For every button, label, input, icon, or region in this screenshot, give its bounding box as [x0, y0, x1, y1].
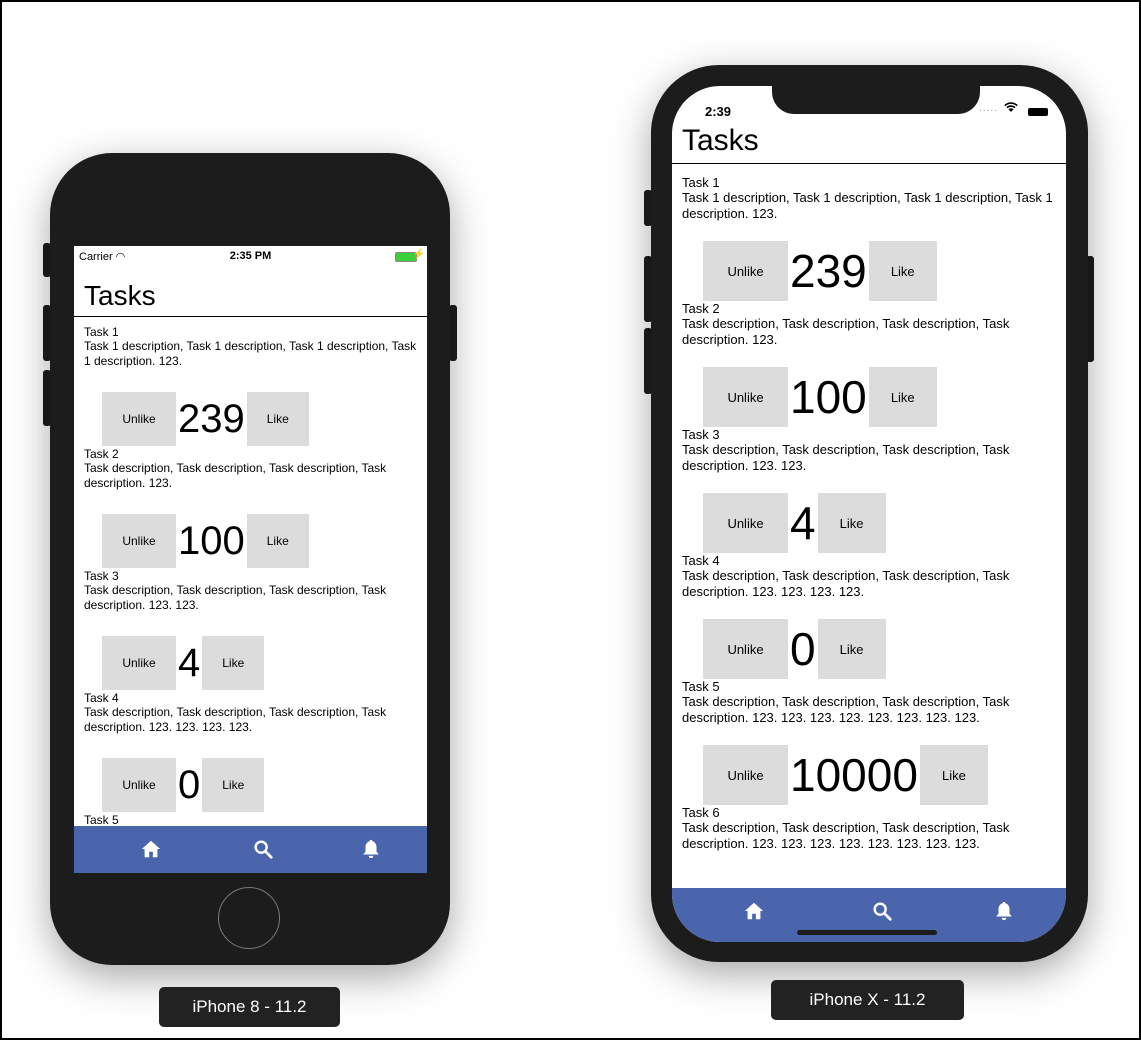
task-title: Task 3 [682, 427, 720, 442]
battery-icon [1028, 108, 1048, 116]
task-list[interactable]: Task 1 Task 1 description, Task 1 descrip… [84, 326, 424, 824]
like-controls: Unlike 100 Like [102, 512, 424, 570]
task-title: Task 3 [84, 569, 119, 583]
wifi-icon [1004, 102, 1018, 116]
task-description: Task description, Task description, Task… [84, 583, 387, 612]
like-button[interactable]: Like [202, 636, 265, 690]
task-item: Task 4 Task description, Task description… [84, 692, 424, 814]
unlike-button[interactable]: Unlike [703, 619, 788, 679]
task-item: Task 4 Task description, Task description… [682, 554, 1062, 680]
task-title: Task 1 [682, 176, 720, 190]
signal-dots: ..... [979, 103, 998, 114]
like-count: 0 [790, 623, 816, 675]
like-count: 100 [790, 371, 867, 423]
status-time: 2:35 PM [229, 250, 272, 262]
task-item: Task 5Task description, Task description… [682, 680, 1062, 806]
iphone8-home-button[interactable] [218, 887, 280, 949]
like-controls: Unlike 0 Like [703, 618, 1062, 680]
iphone8-screen: Carrier ◠ 2:35 PM ⚡ Tasks Task 1 Task 1 d… [74, 246, 427, 873]
task-title: Task 5 [682, 679, 720, 694]
like-controls: Unlike 10000 Like [703, 744, 1062, 806]
unlike-button[interactable]: Unlike [102, 636, 176, 690]
unlike-button[interactable]: Unlike [703, 241, 788, 301]
unlike-button[interactable]: Unlike [703, 493, 788, 553]
like-count: 10000 [790, 749, 918, 801]
like-count: 100 [178, 519, 245, 563]
task-title: Task 2 [682, 301, 720, 316]
task-item: Task 3 Task description, Task description… [84, 570, 424, 692]
task-description: Task description, Task description, Task… [682, 316, 1010, 347]
home-icon[interactable] [140, 838, 168, 864]
like-button[interactable]: Like [868, 241, 937, 301]
task-title: Task 2 [84, 447, 119, 461]
like-controls: Unlike 4 Like [102, 634, 424, 692]
like-button[interactable]: Like [246, 514, 309, 568]
task-title: Task 1 [84, 326, 119, 339]
iphonex-notch [772, 76, 980, 114]
like-count: 4 [790, 497, 816, 549]
like-count: 239 [178, 397, 245, 441]
like-count: 0 [178, 763, 201, 807]
like-button[interactable]: Like [202, 758, 265, 812]
task-item: Task 6 Task description, Task description… [682, 806, 1062, 852]
like-count: 4 [178, 641, 201, 685]
unlike-button[interactable]: Unlike [703, 367, 788, 427]
unlike-button[interactable]: Unlike [102, 392, 176, 446]
like-controls: Unlike 239 Like [102, 390, 424, 448]
task-title: Task 5 [84, 813, 119, 825]
unlike-button[interactable]: Unlike [102, 758, 176, 812]
unlike-button[interactable]: Unlike [703, 745, 788, 805]
like-button[interactable]: Like [868, 367, 937, 427]
status-time: 2:39 [705, 104, 732, 119]
tab-bar [74, 826, 427, 873]
task-title: Task 4 [84, 691, 119, 705]
task-item: Task 2 Task description, Task description… [682, 302, 1062, 428]
iphone8-caption: iPhone 8 - 11.2 [159, 987, 340, 1027]
task-description: Task description, Task description, Task… [682, 820, 1010, 851]
task-title: Task 6 [682, 805, 720, 820]
like-button[interactable]: Like [817, 493, 886, 553]
task-description: Task description, Task description, Task… [84, 461, 387, 490]
task-item: Task 1 Task 1 description, Task 1 descrip… [682, 176, 1062, 302]
task-item: Task 2 Task description, Task description… [84, 448, 424, 570]
task-list[interactable]: Task 1 Task 1 description, Task 1 descrip… [682, 176, 1062, 888]
like-controls: Unlike 239 Like [703, 240, 1062, 302]
header-divider [74, 316, 427, 317]
home-icon[interactable] [743, 900, 771, 926]
like-count: 239 [790, 245, 867, 297]
task-description: Task description, Task description, Task… [84, 705, 387, 734]
bell-icon[interactable] [993, 900, 1021, 926]
task-description: Task description, Task description, Task… [682, 568, 1010, 599]
charging-icon: ⚡ [412, 249, 425, 260]
like-button[interactable]: Like [817, 619, 886, 679]
iphone8-power-button [449, 305, 457, 361]
task-description: Task description, Task description, Task… [682, 694, 1010, 725]
bell-icon[interactable] [360, 838, 388, 864]
tab-bar [672, 888, 1066, 942]
status-bar: Carrier ◠ 2:35 PM ⚡ [74, 246, 427, 266]
like-controls: Unlike 4 Like [703, 492, 1062, 554]
search-icon[interactable] [871, 900, 899, 926]
task-title: Task 4 [682, 553, 720, 568]
home-indicator[interactable] [797, 930, 937, 935]
iphonex-screen: 2:39 ..... Tasks Task 1 Task 1 descriptio… [672, 86, 1066, 942]
task-item: Task 5Task description, Task description… [84, 813, 424, 825]
task-description: Task description, Task description, Task… [682, 442, 1010, 473]
like-button[interactable]: Like [246, 392, 309, 446]
like-button[interactable]: Like [919, 745, 988, 805]
iphonex-caption: iPhone X - 11.2 [771, 980, 964, 1020]
like-controls: Unlike 100 Like [703, 366, 1062, 428]
task-item: Task 3 Task description, Task description… [682, 428, 1062, 554]
task-description: Task 1 description, Task 1 description, … [682, 190, 1053, 221]
task-item: Task 1 Task 1 description, Task 1 descrip… [84, 326, 424, 448]
like-controls: Unlike 0 Like [102, 756, 424, 814]
header-divider [672, 163, 1066, 164]
unlike-button[interactable]: Unlike [102, 514, 176, 568]
task-description: Task 1 description, Task 1 description, … [84, 339, 417, 368]
page-title: Tasks [84, 280, 156, 311]
page-title: Tasks [682, 124, 759, 157]
search-icon[interactable] [252, 838, 280, 864]
